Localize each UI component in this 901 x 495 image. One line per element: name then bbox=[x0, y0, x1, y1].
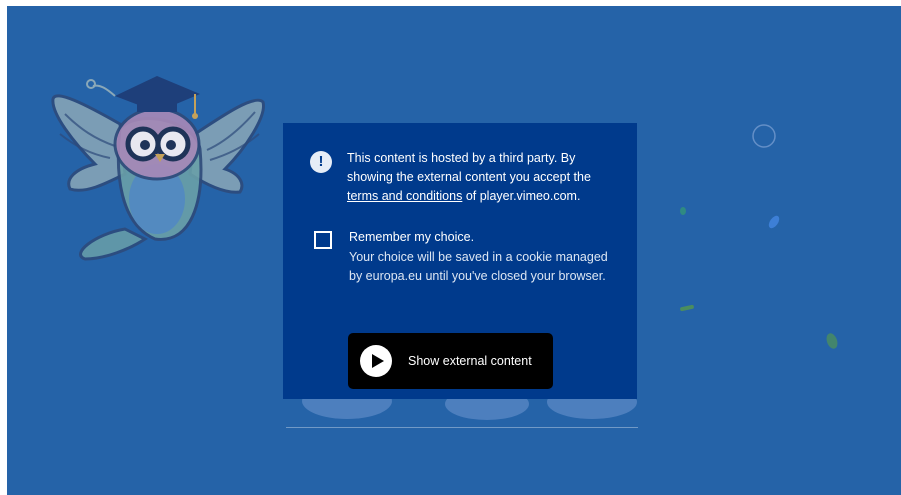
info-icon: ! bbox=[310, 151, 332, 173]
owl-mascot-illustration bbox=[51, 76, 265, 261]
terms-and-conditions-link[interactable]: terms and conditions bbox=[347, 189, 462, 203]
remember-choice-checkbox[interactable] bbox=[314, 231, 332, 249]
show-external-content-button[interactable]: Show external content bbox=[348, 333, 553, 389]
remember-choice-text: Remember my choice. Your choice will be … bbox=[349, 228, 609, 287]
play-icon bbox=[360, 345, 392, 377]
notice-text: This content is hosted by a third party.… bbox=[347, 149, 617, 206]
show-external-content-label: Show external content bbox=[408, 354, 532, 368]
embedded-video-frame: ! This content is hosted by a third part… bbox=[7, 6, 901, 495]
notice-text-after: of player.vimeo.com. bbox=[462, 189, 581, 203]
third-party-consent-dialog: ! This content is hosted by a third part… bbox=[283, 123, 637, 399]
notice-text-before: This content is hosted by a third party.… bbox=[347, 151, 591, 184]
remember-choice-label: Remember my choice. bbox=[349, 230, 475, 244]
video-progress-track bbox=[286, 427, 638, 428]
remember-choice-description: Your choice will be saved in a cookie ma… bbox=[349, 249, 608, 284]
